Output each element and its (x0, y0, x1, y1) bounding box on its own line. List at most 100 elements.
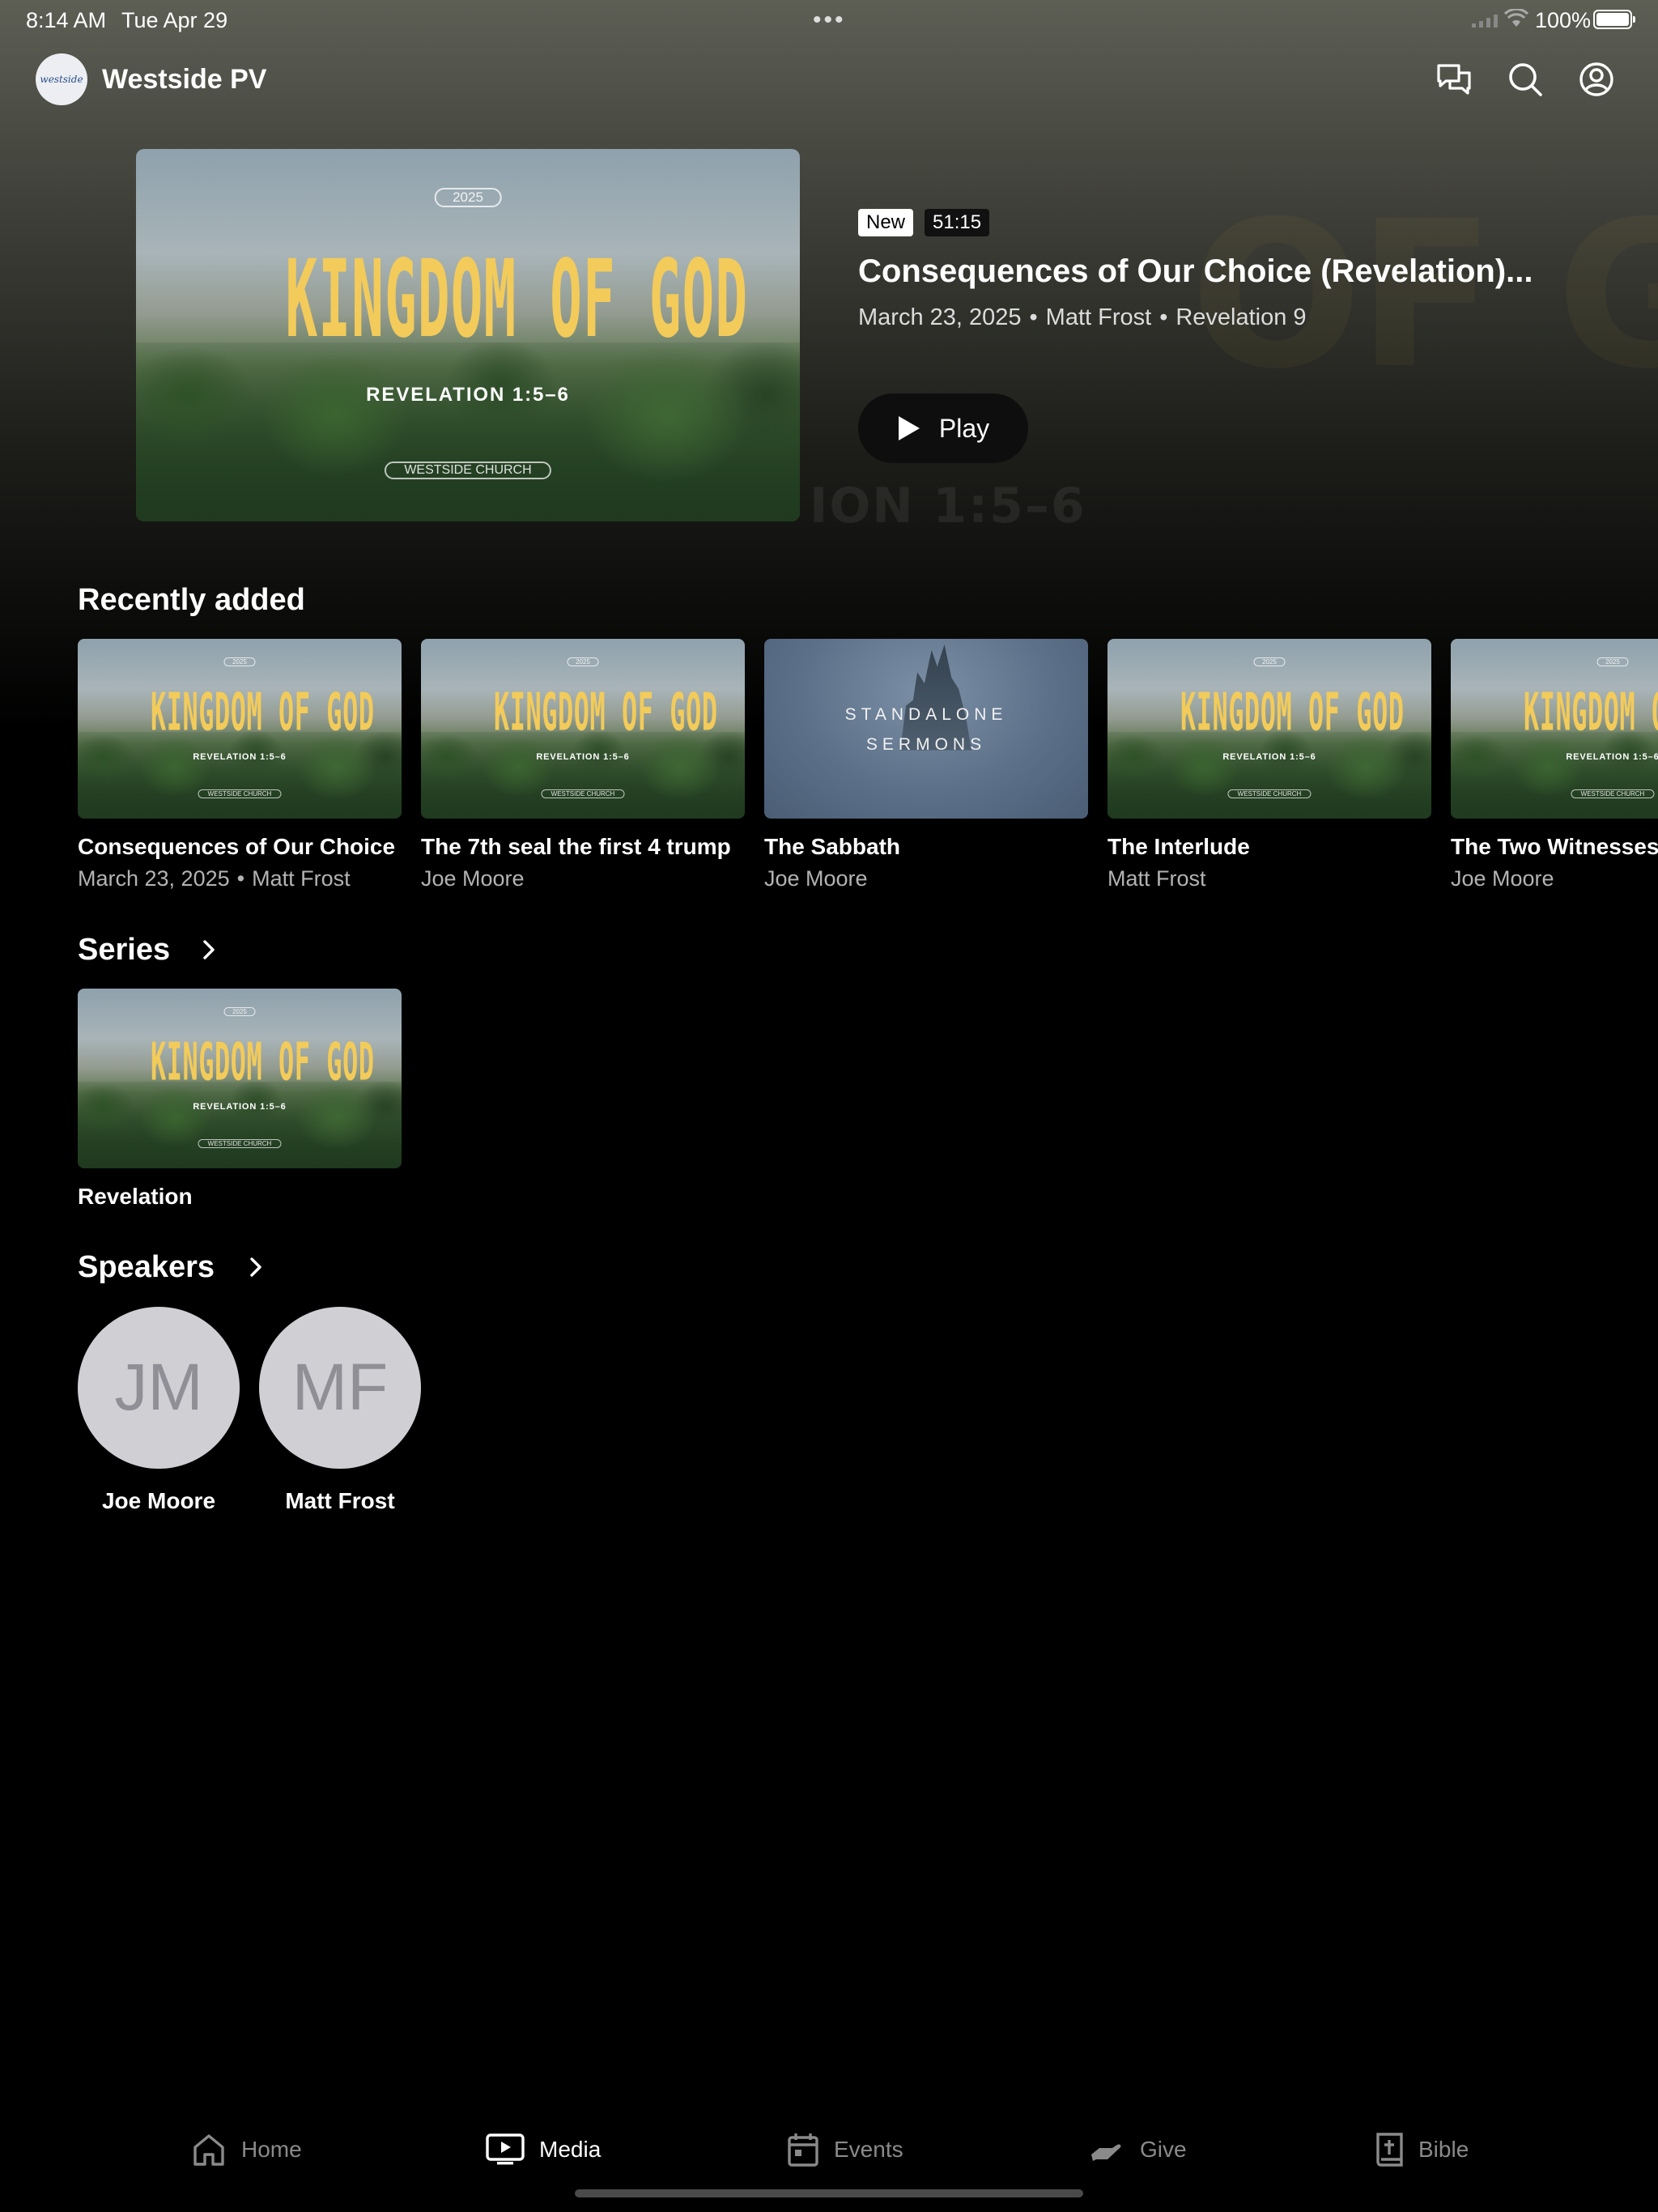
speakers-title[interactable]: Speakers (78, 1250, 215, 1285)
church-logo: westside (36, 53, 87, 105)
forest-image (78, 1082, 402, 1168)
play-button[interactable]: Play (858, 393, 1028, 463)
forest-image (1107, 732, 1431, 819)
featured-speaker: Matt Frost (1045, 304, 1152, 330)
hero-backdrop-subtext: ION 1:5–6 (810, 478, 1086, 534)
tab-bar: Home Media Events Give Bible (0, 2105, 1658, 2194)
app-brand[interactable]: westside Westside PV (36, 53, 266, 105)
cellular-signal-icon (1472, 15, 1498, 28)
home-indicator[interactable] (575, 2189, 1083, 2197)
recent-thumb-2[interactable]: 2025 KINGDOM OF GOD REVELATION 1:5–6 WES… (421, 639, 745, 819)
recent-title-5[interactable]: The Two Witnesses (1451, 834, 1658, 860)
tab-media-label: Media (539, 2137, 602, 2162)
recent-title-4[interactable]: The Interlude (1107, 834, 1431, 860)
series-thumb-1[interactable]: 2025 KINGDOM OF GOD REVELATION 1:5–6 WES… (78, 989, 402, 1168)
duration-badge: 51:15 (925, 209, 990, 236)
tab-media[interactable]: Media (486, 2129, 601, 2170)
status-time: 8:14 AM (26, 8, 107, 32)
art-title: KINGDOM OF GOD (1180, 682, 1405, 743)
art-label-line-2: SERMONS (865, 735, 987, 755)
chevron-right-icon[interactable] (246, 1255, 266, 1279)
new-badge: New (858, 209, 914, 236)
kingdom-of-god-art: 2025 KINGDOM OF GOD REVELATION 1:5–6 WES… (421, 639, 745, 819)
recent-speaker-5: Joe Moore (1451, 866, 1554, 891)
art-year: 2025 (1596, 657, 1629, 667)
recent-thumb-4[interactable]: 2025 KINGDOM OF GOD REVELATION 1:5–6 WES… (1107, 639, 1431, 819)
art-subtitle: REVELATION 1:5–6 (193, 1101, 287, 1112)
art-year: 2025 (223, 657, 256, 667)
home-icon (193, 2134, 224, 2166)
art-label-line-1: STANDALONE (844, 705, 1008, 725)
search-icon[interactable] (1506, 60, 1545, 99)
art-title: KINGDOM OF GOD (151, 682, 375, 743)
kingdom-of-god-art: 2025 KINGDOM OF GOD REVELATION 1:5–6 WES… (78, 639, 402, 819)
chat-icon[interactable] (1435, 60, 1473, 99)
chevron-right-icon[interactable] (199, 938, 219, 962)
series-title-1[interactable]: Revelation (78, 1184, 402, 1210)
featured-passage: Revelation 9 (1175, 304, 1307, 330)
speaker-card[interactable]: MF Matt Frost (259, 1307, 421, 1514)
art-church: WESTSIDE CHURCH (198, 789, 282, 799)
play-icon (898, 416, 920, 440)
art-label: STANDALONE SERMONS (764, 700, 1088, 759)
recent-thumb-3[interactable]: STANDALONE SERMONS (764, 639, 1088, 819)
art-church: WESTSIDE CHURCH (1571, 789, 1655, 799)
tab-bible-label: Bible (1418, 2137, 1469, 2162)
recent-title-2[interactable]: The 7th seal the first 4 trump (421, 834, 745, 860)
art-year: 2025 (223, 1007, 256, 1017)
standalone-sermons-art: STANDALONE SERMONS (764, 639, 1088, 819)
wifi-icon (1504, 9, 1528, 27)
play-label: Play (938, 413, 990, 443)
art-title: KINGDOM OF GOD (494, 682, 718, 743)
recent-speaker-1: Matt Frost (252, 866, 351, 891)
avatar: JM (78, 1307, 240, 1469)
kingdom-of-god-art: 2025 KINGDOM OF GOD REVELATION 1:5–6 WES… (1451, 639, 1658, 819)
art-year: 2025 (434, 188, 502, 208)
featured-date: March 23, 2025 (858, 304, 1022, 330)
account-icon[interactable] (1577, 60, 1616, 99)
status-bar: 8:14 AM Tue Apr 29 ••• 100% (0, 0, 1658, 39)
kingdom-of-god-art: 2025 KINGDOM OF GOD REVELATION 1:5–6 WES… (78, 989, 402, 1168)
forest-image (1451, 732, 1658, 819)
tab-give[interactable]: Give (1090, 2129, 1187, 2170)
featured-artwork[interactable]: 2025 KINGDOM OF GOD REVELATION 1:5–6 WES… (136, 149, 800, 521)
recent-speaker-2: Joe Moore (421, 866, 525, 891)
art-title: KINGDOM OF GOD (285, 238, 749, 363)
speaker-name: Joe Moore (101, 1488, 216, 1513)
forest-image (136, 342, 800, 521)
recent-title-1[interactable]: Consequences of Our Choice (78, 834, 402, 860)
recent-title-3[interactable]: The Sabbath (764, 834, 1088, 860)
art-church: WESTSIDE CHURCH (541, 789, 625, 799)
tab-events-label: Events (834, 2137, 903, 2162)
featured-title[interactable]: Consequences of Our Choice (Revelation).… (858, 253, 1533, 290)
tab-bible[interactable]: Bible (1375, 2129, 1469, 2170)
recently-added-title: Recently added (78, 583, 305, 617)
hero-backdrop-text: OF GOD (1190, 177, 1658, 413)
recent-sub-1: March 23, 2025 • Matt Frost (78, 866, 351, 891)
speaker-name: Matt Frost (285, 1488, 395, 1513)
art-title: KINGDOM OF GOD (1524, 682, 1658, 743)
art-subtitle: REVELATION 1:5–6 (366, 383, 570, 406)
recent-thumb-1[interactable]: 2025 KINGDOM OF GOD REVELATION 1:5–6 WES… (78, 639, 402, 819)
art-year: 2025 (567, 657, 599, 667)
tab-home[interactable]: Home (191, 2129, 302, 2170)
forest-image (78, 732, 402, 819)
bible-icon (1376, 2133, 1403, 2167)
recent-date-1: March 23, 2025 (78, 866, 230, 891)
art-year: 2025 (1253, 657, 1286, 667)
give-icon (1091, 2144, 1121, 2161)
art-church: WESTSIDE CHURCH (1227, 789, 1312, 799)
media-icon (486, 2133, 525, 2165)
tab-home-label: Home (241, 2137, 302, 2162)
series-title[interactable]: Series (78, 933, 170, 968)
multitasking-dots-icon[interactable]: ••• (813, 6, 846, 34)
tab-events[interactable]: Events (787, 2129, 903, 2170)
tab-give-label: Give (1140, 2137, 1187, 2162)
avatar: MF (259, 1307, 421, 1469)
forest-image (421, 732, 745, 819)
art-church: WESTSIDE CHURCH (384, 462, 552, 480)
featured-badges: New 51:15 (858, 209, 990, 236)
speaker-card[interactable]: JM Joe Moore (78, 1307, 240, 1514)
art-church: WESTSIDE CHURCH (198, 1139, 282, 1149)
recent-thumb-5[interactable]: 2025 KINGDOM OF GOD REVELATION 1:5–6 WES… (1451, 639, 1658, 819)
